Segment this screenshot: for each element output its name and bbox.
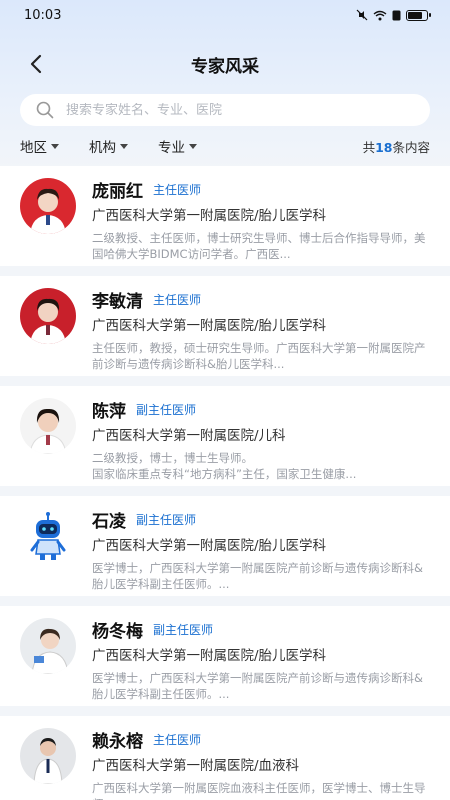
status-bar: 10:03	[0, 0, 450, 30]
doctor-name: 石凌	[92, 511, 126, 532]
status-time: 10:03	[24, 7, 62, 23]
filter-region[interactable]: 地区	[20, 136, 59, 156]
result-count-prefix: 共	[362, 139, 376, 155]
filter-bar: 地区 机构 专业 共18条内容	[20, 133, 430, 159]
doctor-hospital: 广西医科大学第一附属医院/儿科	[92, 428, 286, 444]
doctor-title: 主任医师	[153, 182, 202, 197]
search-icon	[36, 101, 54, 119]
filter-region-label: 地区	[20, 140, 47, 156]
doctor-card[interactable]: 陈萍 副主任医师 广西医科大学第一附属医院/儿科 二级教授，博士，博士生导师。 …	[0, 386, 450, 486]
result-count: 共18条内容	[363, 137, 430, 156]
avatar	[20, 178, 76, 234]
filter-specialty-label: 专业	[158, 140, 185, 156]
doctor-title: 副主任医师	[136, 402, 197, 417]
avatar	[20, 728, 76, 784]
doctor-card[interactable]: 庞丽红 主任医师 广西医科大学第一附属医院/胎儿医学科 二级教授、主任医师，博士…	[0, 166, 450, 266]
doctor-card[interactable]: 石凌 副主任医师 广西医科大学第一附属医院/胎儿医学科 医学博士，广西医科大学第…	[0, 496, 450, 596]
doctor-hospital: 广西医科大学第一附属医院/胎儿医学科	[92, 538, 327, 554]
doctor-card[interactable]: 杨冬梅 副主任医师 广西医科大学第一附属医院/胎儿医学科 医学博士，广西医科大学…	[0, 606, 450, 706]
doctor-name: 庞丽红	[92, 181, 143, 202]
doctor-bio: 二级教授，博士，博士生导师。 国家临床重点专科“地方病科”主任，国家卫生健康..…	[92, 451, 357, 481]
avatar	[20, 618, 76, 674]
doctor-card[interactable]: 李敏清 主任医师 广西医科大学第一附属医院/胎儿医学科 主任医师，教授，硕士研究…	[0, 276, 450, 376]
result-count-suffix: 条内容	[392, 139, 430, 155]
result-count-number: 18	[375, 139, 393, 155]
doctor-bio: 二级教授、主任医师，博士研究生导师、博士后合作指导导师，美国哈佛大学BIDMC访…	[92, 231, 426, 261]
doctor-hospital: 广西医科大学第一附属医院/胎儿医学科	[92, 208, 327, 224]
avatar	[20, 288, 76, 344]
doctor-hospital: 广西医科大学第一附属医院/胎儿医学科	[92, 318, 327, 334]
back-arrow-icon[interactable]	[26, 53, 48, 75]
doctor-title: 副主任医师	[136, 512, 197, 527]
mute-icon	[356, 9, 368, 21]
filter-institution[interactable]: 机构	[89, 136, 128, 156]
doctor-bio: 医学博士，广西医科大学第一附属医院产前诊断与遗传病诊断科&胎儿医学科副主任医师。…	[92, 671, 423, 701]
doctor-bio: 医学博士，广西医科大学第一附属医院产前诊断与遗传病诊断科&胎儿医学科副主任医师。…	[92, 561, 423, 591]
doctor-list: 庞丽红 主任医师 广西医科大学第一附属医院/胎儿医学科 二级教授、主任医师，博士…	[0, 166, 450, 800]
nav-bar: 专家风采	[0, 44, 450, 84]
doctor-bio: 主任医师，教授，硕士研究生导师。广西医科大学第一附属医院产前诊断与遗传病诊断科&…	[92, 341, 426, 371]
doctor-info: 石凌 副主任医师 广西医科大学第一附属医院/胎儿医学科 医学博士，广西医科大学第…	[92, 508, 430, 596]
sim-icon	[392, 10, 401, 20]
filter-institution-label: 机构	[89, 140, 116, 156]
doctor-info: 赖永榕 主任医师 广西医科大学第一附属医院/血液科 广西医科大学第一附属医院血液…	[92, 728, 430, 800]
doctor-title: 主任医师	[153, 732, 202, 747]
doctor-name: 赖永榕	[92, 731, 143, 752]
search-input[interactable]	[66, 102, 430, 118]
avatar	[20, 398, 76, 454]
filter-specialty[interactable]: 专业	[158, 136, 197, 156]
doctor-title: 副主任医师	[153, 622, 214, 637]
doctor-hospital: 广西医科大学第一附属医院/血液科	[92, 758, 300, 774]
robot-icon	[20, 508, 76, 564]
doctor-name: 杨冬梅	[92, 621, 143, 642]
battery-icon	[406, 9, 431, 21]
doctor-info: 陈萍 副主任医师 广西医科大学第一附属医院/儿科 二级教授，博士，博士生导师。 …	[92, 398, 430, 486]
doctor-hospital: 广西医科大学第一附属医院/胎儿医学科	[92, 648, 327, 664]
doctor-name: 陈萍	[92, 401, 126, 422]
doctor-name: 李敏清	[92, 291, 143, 312]
page-title: 专家风采	[191, 56, 259, 77]
caret-down-icon	[120, 143, 128, 149]
doctor-card[interactable]: 赖永榕 主任医师 广西医科大学第一附属医院/血液科 广西医科大学第一附属医院血液…	[0, 716, 450, 800]
doctor-info: 庞丽红 主任医师 广西医科大学第一附属医院/胎儿医学科 二级教授、主任医师，博士…	[92, 178, 430, 266]
status-icons	[356, 9, 431, 21]
caret-down-icon	[189, 143, 197, 149]
doctor-info: 杨冬梅 副主任医师 广西医科大学第一附属医院/胎儿医学科 医学博士，广西医科大学…	[92, 618, 430, 706]
doctor-title: 主任医师	[153, 292, 202, 307]
search-bar[interactable]	[20, 94, 430, 126]
avatar	[20, 508, 76, 564]
doctor-bio: 广西医科大学第一附属医院血液科主任医师，医学博士、博士生导师。	[92, 781, 426, 800]
wifi-icon	[373, 10, 387, 20]
doctor-info: 李敏清 主任医师 广西医科大学第一附属医院/胎儿医学科 主任医师，教授，硕士研究…	[92, 288, 430, 376]
caret-down-icon	[51, 143, 59, 149]
